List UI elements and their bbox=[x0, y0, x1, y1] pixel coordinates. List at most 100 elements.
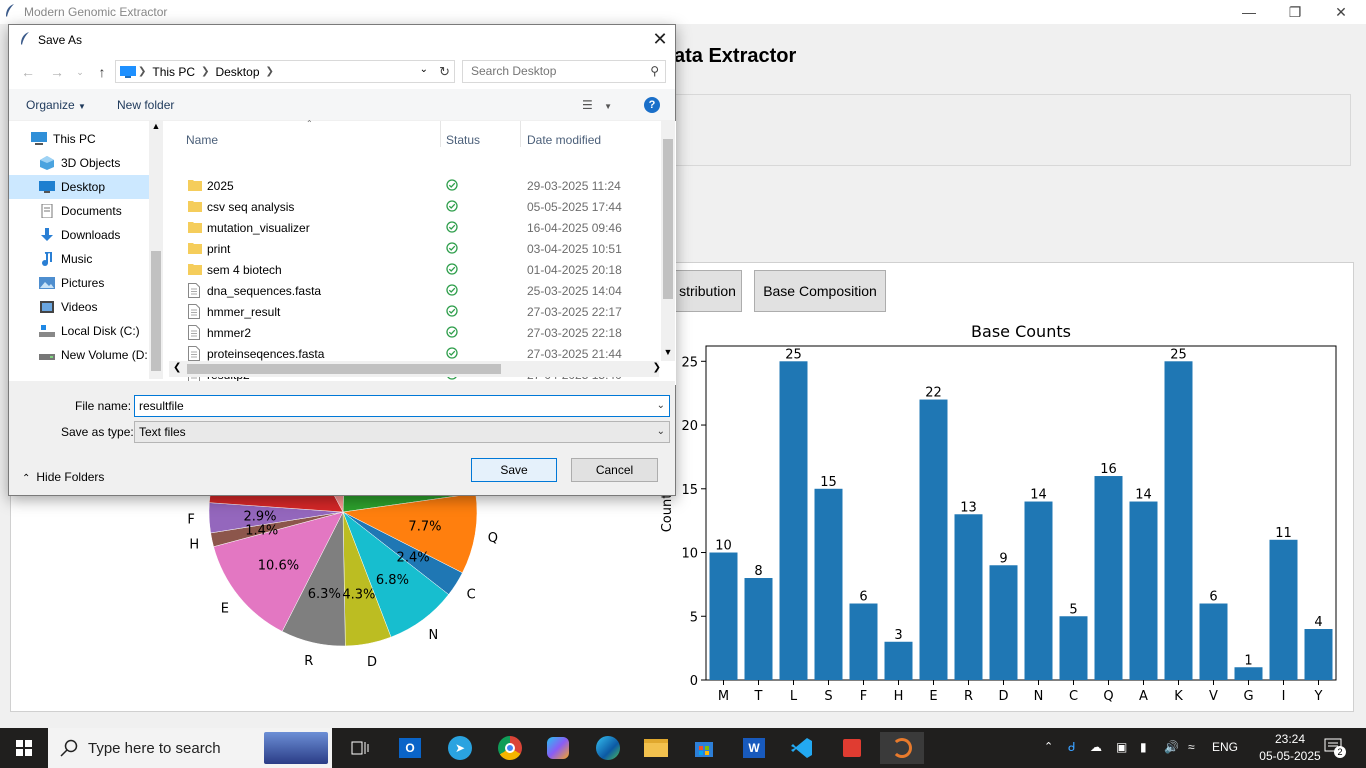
view-options-icon[interactable]: ☰ ▼ bbox=[582, 98, 612, 112]
clock-date[interactable]: 05-05-2025 bbox=[1258, 749, 1322, 763]
chrome-app[interactable] bbox=[490, 732, 530, 764]
address-bar[interactable]: ❯ This PC ❯ Desktop ❯ ⌄ ↻ bbox=[115, 60, 455, 83]
hscroll-thumb[interactable] bbox=[187, 364, 501, 374]
nav-local-disk-c[interactable]: Local Disk (C:) bbox=[9, 319, 149, 343]
nav-music[interactable]: Music bbox=[9, 247, 149, 271]
file-row[interactable]: dna_sequences.fasta 25-03-2025 14:04 bbox=[166, 280, 661, 301]
hide-folders-button[interactable]: ⌃ Hide Folders bbox=[22, 470, 104, 484]
scroll-down-icon[interactable]: ▼ bbox=[661, 347, 675, 357]
breadcrumb-this-pc[interactable]: This PC bbox=[152, 65, 195, 79]
nav-3d-objects[interactable]: 3D Objects bbox=[9, 151, 149, 175]
up-arrow-icon[interactable]: ↑ bbox=[91, 63, 113, 81]
store-app[interactable] bbox=[684, 732, 724, 764]
file-name: hmmer_result bbox=[207, 305, 281, 319]
tab-distribution[interactable]: stribution bbox=[674, 270, 742, 312]
search-icon bbox=[60, 739, 78, 757]
language-indicator[interactable]: ENG bbox=[1212, 740, 1238, 754]
pie-label: D bbox=[367, 655, 377, 670]
scroll-right-icon[interactable]: ❯ bbox=[653, 362, 661, 373]
wifi-icon[interactable]: ≈ bbox=[1188, 740, 1195, 754]
help-icon[interactable]: ? bbox=[644, 97, 660, 113]
scroll-up-icon[interactable]: ▲ bbox=[149, 121, 163, 137]
breadcrumb-desktop[interactable]: Desktop bbox=[215, 65, 259, 79]
start-button[interactable] bbox=[0, 728, 48, 768]
nav-scrollbar[interactable]: ▲ bbox=[149, 121, 163, 379]
file-row[interactable]: 2025 29-03-2025 11:24 bbox=[166, 175, 661, 196]
outlook-app[interactable]: O bbox=[390, 732, 430, 764]
search-input[interactable] bbox=[471, 61, 641, 81]
word-app[interactable]: W bbox=[734, 732, 774, 764]
bar-Y bbox=[1304, 629, 1333, 680]
search-box[interactable]: ⚲ bbox=[462, 60, 666, 83]
file-name-input[interactable]: resultfile ⌄ bbox=[134, 395, 670, 417]
file-list-horizontal-scrollbar[interactable]: ❮ ❯ bbox=[169, 361, 661, 377]
y-tick-label: 25 bbox=[681, 355, 698, 370]
recent-chevron-icon[interactable]: ⌄ bbox=[69, 63, 91, 81]
python-tk-app[interactable] bbox=[880, 732, 924, 764]
new-folder-button[interactable]: New folder bbox=[117, 98, 174, 112]
nav-new-volume-d[interactable]: New Volume (D: bbox=[9, 343, 155, 367]
task-view-button[interactable] bbox=[340, 732, 380, 764]
dialog-close-button[interactable]: ✕ bbox=[645, 25, 675, 53]
save-as-type-select[interactable]: Text files ⌄ bbox=[134, 421, 670, 443]
nav-videos[interactable]: Videos bbox=[9, 295, 149, 319]
battery-icon[interactable]: ▮ bbox=[1140, 740, 1147, 754]
file-list-vertical-scrollbar[interactable]: ▼ bbox=[661, 121, 675, 361]
volume-icon[interactable]: 🔊 bbox=[1164, 740, 1179, 754]
column-divider[interactable] bbox=[520, 121, 521, 147]
file-explorer-app[interactable] bbox=[636, 732, 676, 764]
save-type-dropdown-icon[interactable]: ⌄ bbox=[657, 426, 665, 437]
minimize-button[interactable]: — bbox=[1226, 0, 1272, 24]
bar-V bbox=[1199, 603, 1228, 680]
file-row[interactable]: hmmer2 27-03-2025 22:18 bbox=[166, 322, 661, 343]
bluetooth-icon[interactable]: ᑯ bbox=[1068, 740, 1076, 754]
x-tick-label: R bbox=[964, 689, 973, 704]
close-app-button[interactable]: ✕ bbox=[1318, 0, 1364, 24]
vscroll-thumb[interactable] bbox=[663, 139, 673, 299]
vscode-app[interactable] bbox=[782, 732, 822, 764]
y-tick-label: 0 bbox=[690, 674, 698, 689]
nav-downloads[interactable]: Downloads bbox=[9, 223, 149, 247]
bar-value-label: 14 bbox=[1135, 488, 1152, 503]
telegram-app[interactable]: ➤ bbox=[440, 732, 480, 764]
bar-value-label: 14 bbox=[1030, 488, 1047, 503]
address-dropdown-icon[interactable]: ⌄ bbox=[420, 64, 428, 75]
synced-check-icon bbox=[446, 263, 458, 275]
meet-icon[interactable]: ▣ bbox=[1116, 740, 1127, 754]
file-name-dropdown-icon[interactable]: ⌄ bbox=[657, 400, 665, 411]
copilot-app[interactable] bbox=[538, 732, 578, 764]
file-row[interactable]: print 03-04-2025 10:51 bbox=[166, 238, 661, 259]
tab-base-composition[interactable]: Base Composition bbox=[754, 270, 886, 312]
organize-button[interactable]: Organize ▼ bbox=[26, 98, 86, 112]
notification-center-button[interactable]: 2 bbox=[1324, 738, 1346, 758]
column-divider[interactable] bbox=[440, 121, 441, 147]
red-app[interactable] bbox=[832, 732, 872, 764]
column-header-name[interactable]: Name bbox=[186, 133, 218, 147]
tray-chevron-up-icon[interactable]: ⌃ bbox=[1044, 740, 1053, 753]
column-header-date-modified[interactable]: Date modified bbox=[527, 133, 601, 147]
bar-value-label: 16 bbox=[1100, 462, 1117, 477]
save-button[interactable]: Save bbox=[471, 458, 557, 482]
cancel-button[interactable]: Cancel bbox=[571, 458, 658, 482]
file-name: csv seq analysis bbox=[207, 200, 295, 214]
file-row[interactable]: csv seq analysis 05-05-2025 17:44 bbox=[166, 196, 661, 217]
nav-scroll-thumb[interactable] bbox=[151, 251, 161, 371]
file-row[interactable]: mutation_visualizer 16-04-2025 09:46 bbox=[166, 217, 661, 238]
nav-pictures[interactable]: Pictures bbox=[9, 271, 149, 295]
edge-app[interactable] bbox=[588, 732, 628, 764]
column-header-status[interactable]: Status bbox=[446, 133, 480, 147]
file-row[interactable]: hmmer_result 27-03-2025 22:17 bbox=[166, 301, 661, 322]
restore-button[interactable]: ❐ bbox=[1272, 0, 1318, 24]
refresh-icon[interactable]: ↻ bbox=[439, 64, 450, 80]
back-arrow-icon[interactable]: ← bbox=[17, 63, 39, 81]
bar-value-label: 3 bbox=[894, 628, 902, 643]
nav-documents[interactable]: Documents bbox=[9, 199, 149, 223]
taskbar-search-box[interactable]: Type here to search bbox=[48, 728, 332, 768]
forward-arrow-icon[interactable]: → bbox=[46, 63, 68, 81]
nav-this-pc[interactable]: This PC bbox=[9, 127, 149, 151]
onedrive-cloud-icon[interactable]: ☁ bbox=[1090, 740, 1102, 754]
nav-desktop[interactable]: Desktop bbox=[9, 175, 149, 199]
file-row[interactable]: sem 4 biotech 01-04-2025 20:18 bbox=[166, 259, 661, 280]
clock-time[interactable]: 23:24 bbox=[1260, 732, 1320, 746]
scroll-left-icon[interactable]: ❮ bbox=[173, 362, 181, 373]
